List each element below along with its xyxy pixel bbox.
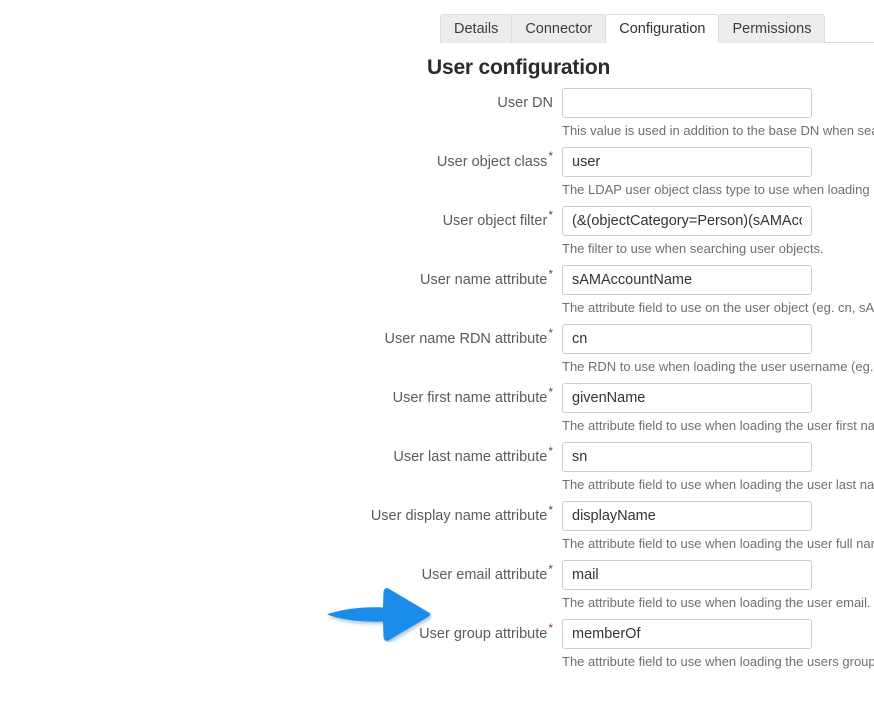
tab-bar: Details Connector Configuration Permissions	[440, 13, 874, 44]
field-help-user-group-attribute: The attribute field to use when loading …	[562, 654, 874, 669]
field-column: The attribute field to use when loading …	[562, 442, 874, 501]
field-label-user-dn: User DN	[0, 88, 562, 113]
input-user-name-attribute[interactable]	[562, 265, 812, 295]
field-help-user-first-name-attribute: The attribute field to use when loading …	[562, 418, 874, 433]
field-label-text: User object class	[436, 154, 548, 170]
field-label-text: User name attribute	[419, 272, 548, 288]
input-user-group-attribute[interactable]	[562, 619, 812, 649]
field-label-text: User last name attribute	[393, 449, 548, 465]
field-help-user-email-attribute: The attribute field to use when loading …	[562, 595, 871, 610]
required-asterisk-icon: *	[548, 503, 553, 518]
input-user-display-name-attribute[interactable]	[562, 501, 812, 531]
field-label-text: User email attribute	[421, 567, 548, 583]
field-help-user-name-attribute: The attribute field to use on the user o…	[562, 300, 874, 315]
field-label-user-last-name-attribute: User last name attribute*	[0, 442, 562, 467]
field-help-user-dn: This value is used in addition to the ba…	[562, 123, 874, 138]
field-column: The attribute field to use when loading …	[562, 383, 874, 442]
form-row-user-first-name-attribute: User first name attribute*The attribute …	[0, 383, 874, 442]
required-asterisk-icon: *	[548, 621, 553, 636]
field-label-user-object-class: User object class*	[0, 147, 562, 172]
required-asterisk-icon: *	[548, 149, 553, 164]
form-row-user-dn: User DN This value is used in addition to…	[0, 88, 874, 147]
required-asterisk-icon: *	[548, 444, 553, 459]
field-column: The LDAP user object class type to use w…	[562, 147, 874, 206]
field-column: The filter to use when searching user ob…	[562, 206, 874, 265]
form-row-user-name-rdn-attribute: User name RDN attribute*The RDN to use w…	[0, 324, 874, 383]
field-column: The attribute field to use when loading …	[562, 501, 874, 560]
field-label-user-name-rdn-attribute: User name RDN attribute*	[0, 324, 562, 349]
field-help-user-object-filter: The filter to use when searching user ob…	[562, 241, 824, 256]
required-asterisk-icon: *	[548, 208, 553, 223]
field-label-user-group-attribute: User group attribute*	[0, 619, 562, 644]
page-title: User configuration	[427, 56, 611, 79]
form-row-user-display-name-attribute: User display name attribute*The attribut…	[0, 501, 874, 560]
form-row-user-object-class: User object class*The LDAP user object c…	[0, 147, 874, 206]
required-asterisk-icon: *	[548, 267, 553, 282]
required-asterisk-icon: *	[548, 326, 553, 341]
required-asterisk-icon: *	[548, 562, 553, 577]
field-help-user-name-rdn-attribute: The RDN to use when loading the user use…	[562, 359, 874, 374]
tab-details[interactable]: Details	[440, 14, 513, 43]
tab-permissions[interactable]: Permissions	[718, 14, 826, 43]
field-column: The RDN to use when loading the user use…	[562, 324, 874, 383]
input-user-email-attribute[interactable]	[562, 560, 812, 590]
field-column: The attribute field to use when loading …	[562, 560, 874, 619]
form-row-user-group-attribute: User group attribute*The attribute field…	[0, 619, 874, 678]
field-label-text: User DN	[497, 95, 553, 111]
input-user-first-name-attribute[interactable]	[562, 383, 812, 413]
field-label-user-object-filter: User object filter*	[0, 206, 562, 231]
form-row-user-email-attribute: User email attribute*The attribute field…	[0, 560, 874, 619]
field-help-user-object-class: The LDAP user object class type to use w…	[562, 182, 874, 197]
field-label-user-first-name-attribute: User first name attribute*	[0, 383, 562, 408]
page-root: Details Connector Configuration Permissions…	[0, 0, 874, 723]
input-user-object-class[interactable]	[562, 147, 812, 177]
field-help-user-display-name-attribute: The attribute field to use when loading …	[562, 536, 874, 551]
input-user-last-name-attribute[interactable]	[562, 442, 812, 472]
field-label-user-email-attribute: User email attribute*	[0, 560, 562, 585]
field-column: The attribute field to use on the user o…	[562, 265, 874, 324]
form-row-user-name-attribute: User name attribute*The attribute field …	[0, 265, 874, 324]
input-user-object-filter[interactable]	[562, 206, 812, 236]
field-label-text: User group attribute	[419, 626, 548, 642]
tab-connector[interactable]: Connector	[511, 14, 607, 43]
field-label-user-name-attribute: User name attribute*	[0, 265, 562, 290]
form-row-user-object-filter: User object filter*The filter to use whe…	[0, 206, 874, 265]
field-label-user-display-name-attribute: User display name attribute*	[0, 501, 562, 526]
field-label-text: User first name attribute	[392, 390, 548, 406]
field-column: This value is used in addition to the ba…	[562, 88, 874, 147]
input-user-dn[interactable]	[562, 88, 812, 118]
field-label-text: User display name attribute	[370, 508, 548, 524]
input-user-name-rdn-attribute[interactable]	[562, 324, 812, 354]
form-row-user-last-name-attribute: User last name attribute*The attribute f…	[0, 442, 874, 501]
tab-configuration[interactable]: Configuration	[605, 14, 720, 44]
field-help-user-last-name-attribute: The attribute field to use when loading …	[562, 477, 874, 492]
user-configuration-form: User DN This value is used in addition to…	[0, 88, 874, 678]
field-label-text: User object filter	[442, 213, 548, 229]
required-asterisk-icon: *	[548, 385, 553, 400]
field-label-text: User name RDN attribute	[384, 331, 548, 347]
field-column: The attribute field to use when loading …	[562, 619, 874, 678]
